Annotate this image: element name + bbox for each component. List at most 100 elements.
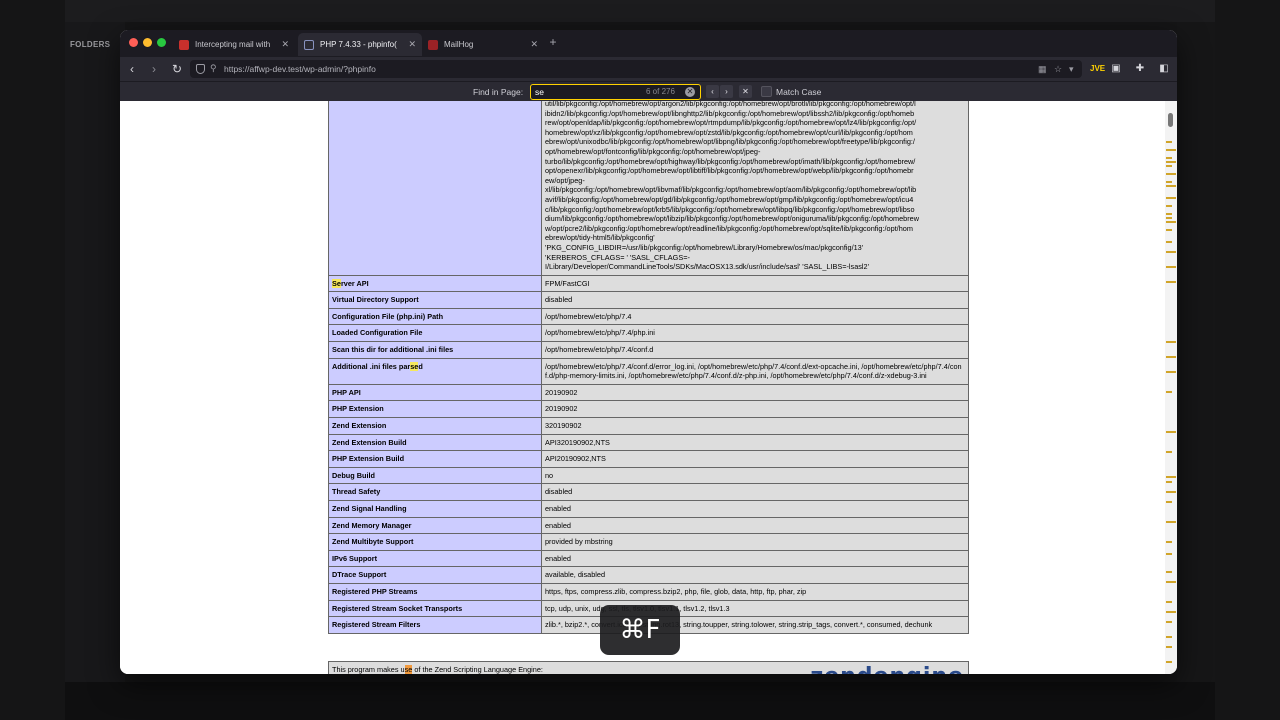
tab-intercepting-mail[interactable]: Intercepting mail with ✕ xyxy=(173,33,295,56)
clear-find-icon[interactable]: ✕ xyxy=(685,86,695,97)
table-row: PHP Extension 20190902 xyxy=(328,400,969,419)
find-input-value: se xyxy=(535,87,544,97)
key-text: rver API xyxy=(340,278,369,288)
find-match-marker xyxy=(1166,341,1176,343)
match-case-checkbox[interactable] xyxy=(761,86,772,97)
table-value-cell: API320190902,NTS xyxy=(541,433,969,452)
config-line: c/lib/pkgconfig:/opt/homebrew/opt/krb5/l… xyxy=(545,204,915,214)
table-row: Scan this dir for additional .ini files /… xyxy=(328,341,969,359)
table-key-cell: IPv6 Support xyxy=(328,549,542,568)
table-row: Zend Memory Manager enabled xyxy=(328,516,969,535)
config-line: rew/opt/openldap/lib/pkgconfig:/opt/home… xyxy=(545,118,917,128)
table-value-cell: disabled xyxy=(541,483,969,501)
find-match-marker xyxy=(1166,141,1172,143)
phpinfo-page: util/lib/pkgconfig:/opt/homebrew/opt/arg… xyxy=(120,101,1165,674)
table-key-cell: Registered PHP Streams xyxy=(328,582,542,601)
table-value-cell: /opt/homebrew/etc/php/7.4/conf.d/error_l… xyxy=(541,357,969,385)
forward-icon[interactable]: › xyxy=(146,61,162,77)
bookmark-icon[interactable]: ☆ xyxy=(1054,64,1062,75)
table-row: Zend Multibyte Support provided by mbstri… xyxy=(328,533,969,551)
table-key-cell: Zend Extension Build xyxy=(328,433,542,452)
close-tab-icon[interactable]: ✕ xyxy=(408,39,416,50)
table-value-cell: disabled xyxy=(541,291,969,309)
find-match-marker xyxy=(1166,149,1176,151)
table-value-cell: API20190902,NTS xyxy=(541,450,969,468)
find-next-button[interactable]: › xyxy=(720,85,733,98)
scrollbar-find-markers[interactable] xyxy=(1165,101,1177,674)
key-text: d xyxy=(418,361,423,371)
close-window-button[interactable] xyxy=(129,38,138,47)
zoom-window-button[interactable] xyxy=(157,38,166,47)
dropdown-icon[interactable]: ▾ xyxy=(1069,64,1074,75)
tracking-protection-icon[interactable] xyxy=(196,64,205,74)
close-tab-icon[interactable]: ✕ xyxy=(281,39,289,50)
new-tab-icon[interactable]: + xyxy=(547,36,559,49)
tab-mailhog[interactable]: MailHog ✕ xyxy=(422,33,544,56)
table-key-cell: Server API xyxy=(328,274,542,293)
table-key-cell: PHP Extension Build xyxy=(328,450,542,468)
find-match-highlight: Se xyxy=(332,278,341,288)
find-match-marker xyxy=(1166,205,1172,207)
qr-code-icon[interactable]: ▦ xyxy=(1038,64,1047,75)
table-value-cell: /opt/homebrew/etc/php/7.4/php.ini xyxy=(541,324,969,343)
find-match-marker xyxy=(1166,541,1172,543)
config-line: homebrew/opt/xz/lib/pkgconfig:/opt/homeb… xyxy=(545,127,913,137)
find-input[interactable]: se 6 of 276 ✕ xyxy=(530,84,701,100)
config-line: avif/lib/pkgconfig:/opt/homebrew/opt/gd/… xyxy=(545,194,914,204)
config-line: ew/opt/jpeg- xyxy=(545,175,585,185)
find-match-marker xyxy=(1166,217,1172,219)
find-match-marker xyxy=(1166,221,1176,223)
editor-sidebar xyxy=(65,22,125,682)
extensions-puzzle-icon[interactable]: ✚ xyxy=(1134,62,1146,76)
table-value-cell: enabled xyxy=(541,516,969,535)
keyboard-shortcut-overlay: ⌘F xyxy=(600,605,680,655)
table-key-cell: Thread Safety xyxy=(328,483,542,501)
table-key-cell: Registered Stream Socket Transports xyxy=(328,599,542,618)
find-match-marker xyxy=(1166,185,1176,187)
sidebar-icon[interactable]: ◧ xyxy=(1158,62,1170,76)
engine-text-pre: This program makes u xyxy=(332,665,405,674)
table-value-cell: 20190902 xyxy=(541,400,969,419)
url-text: https://affwp-dev.test/wp-admin/?phpinfo xyxy=(224,64,376,74)
screenshot-icon[interactable]: ▣ xyxy=(1110,62,1122,76)
table-key-cell: Scan this dir for additional .ini files xyxy=(328,341,542,359)
table-key-cell xyxy=(328,101,542,276)
find-match-marker xyxy=(1166,181,1172,183)
config-line: w/opt/pcre2/lib/pkgconfig:/opt/homebrew/… xyxy=(545,223,913,233)
address-bar[interactable]: ⚲ https://affwp-dev.test/wp-admin/?phpin… xyxy=(190,60,1082,78)
find-match-marker xyxy=(1166,157,1172,159)
find-match-count: 6 of 276 xyxy=(646,87,675,96)
table-key-cell: Registered Stream Filters xyxy=(328,616,542,634)
find-match-marker xyxy=(1166,481,1172,483)
table-value-cell: https, ftps, compress.zlib, compress.bzi… xyxy=(541,582,969,601)
find-match-marker xyxy=(1166,621,1172,623)
table-key-cell: Configuration File (php.ini) Path xyxy=(328,307,542,326)
zend-engine-logo: zendengine xyxy=(810,664,964,674)
table-row: Configuration File (php.ini) Path/opt/ho… xyxy=(328,307,969,326)
find-match-marker xyxy=(1166,521,1176,523)
editor-bottom-panel xyxy=(65,682,1215,720)
config-line: 'PKG_CONFIG_LIBDIR=/usr/lib/pkgconfig:/o… xyxy=(545,242,864,252)
find-match-marker xyxy=(1166,636,1172,638)
config-line: ibidn2/lib/pkgconfig:/opt/homebrew/opt/l… xyxy=(545,108,915,118)
close-find-button[interactable]: ✕ xyxy=(739,85,752,98)
close-tab-icon[interactable]: ✕ xyxy=(530,39,538,50)
minimize-window-button[interactable] xyxy=(143,38,152,47)
table-key-cell: Loaded Configuration File xyxy=(328,324,542,343)
back-icon[interactable]: ‹ xyxy=(124,61,140,77)
tab-phpinfo[interactable]: PHP 7.4.33 - phpinfo( ✕ xyxy=(298,33,422,56)
key-text: Additional .ini files par xyxy=(332,361,411,371)
find-match-marker xyxy=(1166,661,1172,663)
match-case-label[interactable]: Match Case xyxy=(776,87,821,97)
scrollbar-thumb[interactable] xyxy=(1168,113,1173,127)
site-info-icon[interactable]: ⚲ xyxy=(210,63,217,74)
tab-favicon xyxy=(428,39,438,50)
table-value-cell: FPM/FastCGI xyxy=(541,274,969,293)
find-label: Find in Page: xyxy=(473,87,524,97)
extension-icon[interactable]: JVE xyxy=(1090,62,1105,76)
reload-icon[interactable]: ↻ xyxy=(169,61,185,77)
table-row: DTrace Support available, disabled xyxy=(328,566,969,584)
find-match-marker xyxy=(1166,501,1172,503)
table-key-cell: PHP Extension xyxy=(328,400,542,419)
find-previous-button[interactable]: ‹ xyxy=(706,85,719,98)
